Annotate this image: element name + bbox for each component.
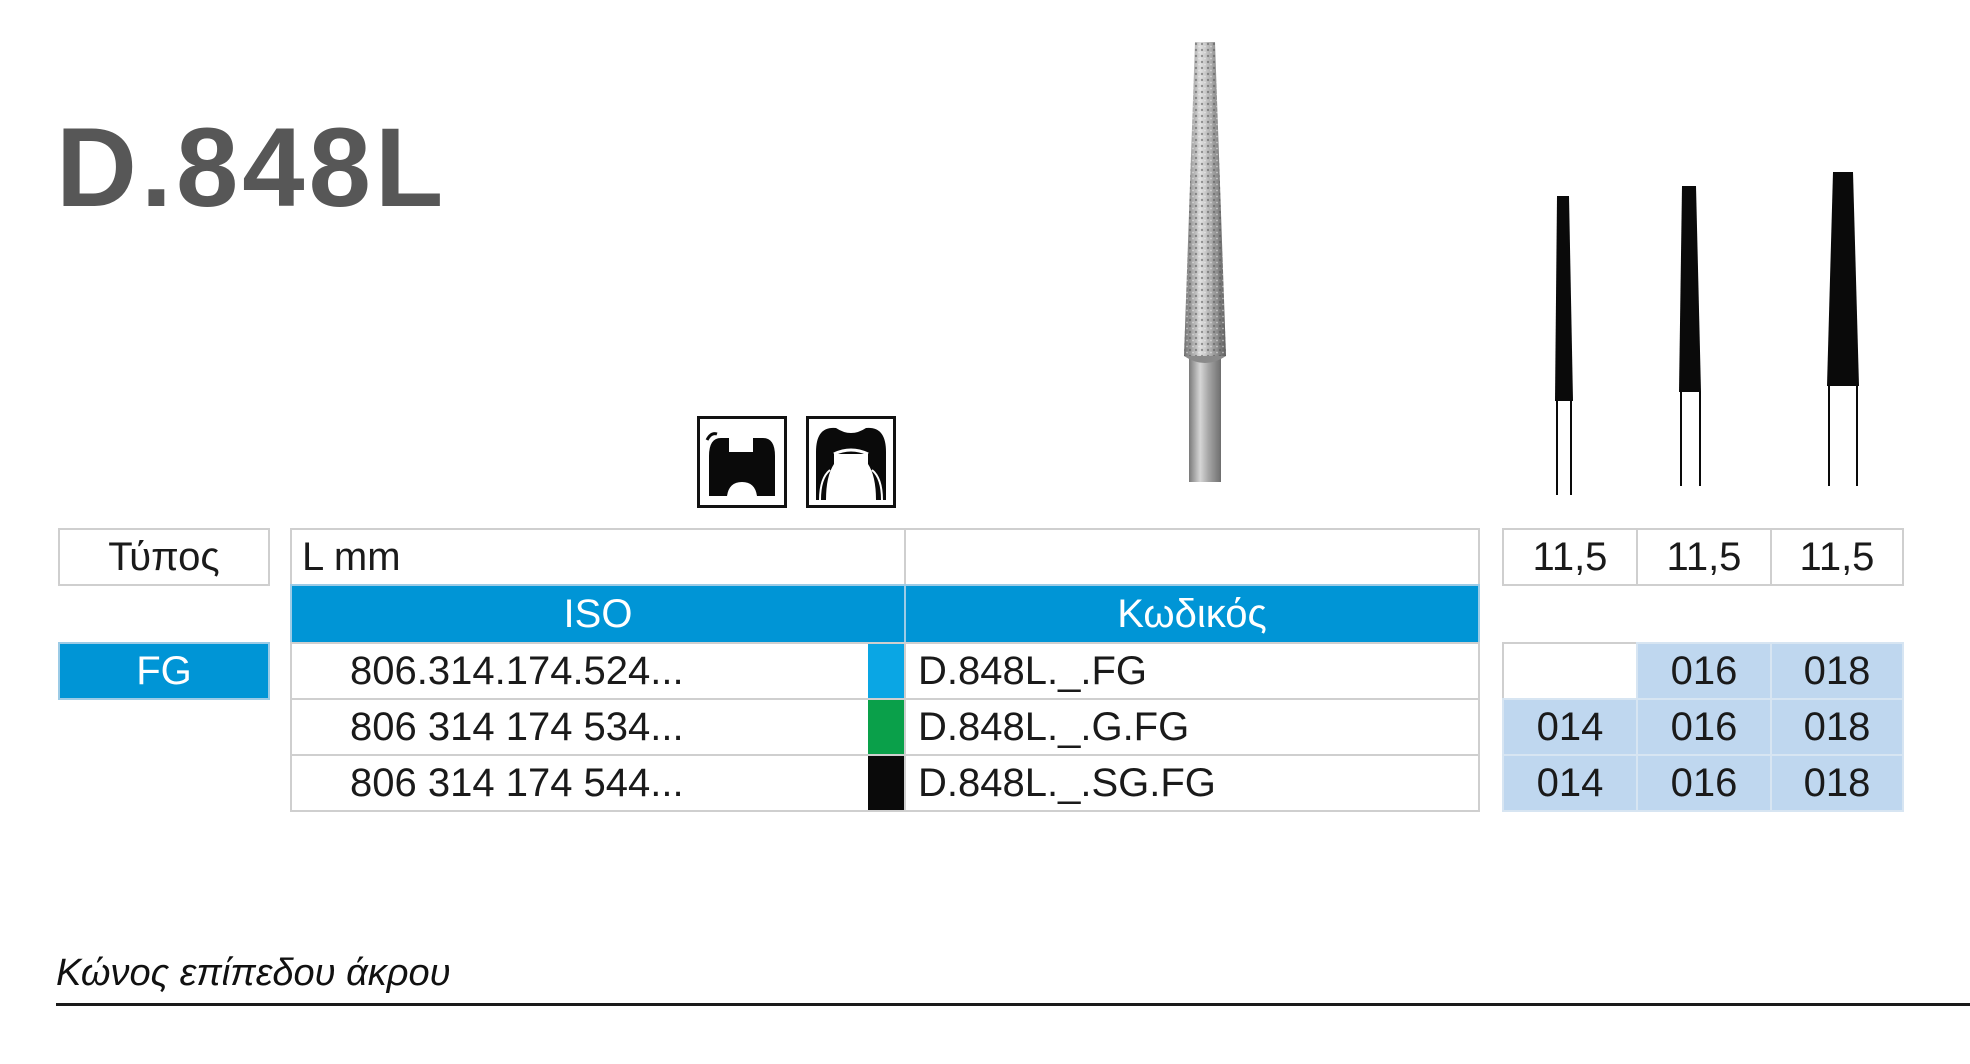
size-value: 018 bbox=[1803, 761, 1871, 805]
iso-label: ISO bbox=[563, 592, 633, 636]
size-018-silhouette bbox=[1827, 172, 1859, 486]
code-label: Κωδικός bbox=[1117, 592, 1267, 636]
grit-color-swatch-coarse bbox=[868, 700, 904, 754]
length-value: 11,5 bbox=[1666, 535, 1742, 579]
size-cell: 016 bbox=[1636, 754, 1772, 812]
size-cell: 018 bbox=[1770, 754, 1904, 812]
product-code: D.848L._.FG bbox=[918, 649, 1148, 693]
length-value: 11,5 bbox=[1532, 535, 1608, 579]
cavity-preparation-icon bbox=[697, 416, 787, 508]
table-row-iso: 806 314 174 534... bbox=[290, 698, 906, 756]
type-label: Τύπος bbox=[108, 535, 220, 579]
size-value: 014 bbox=[1536, 761, 1604, 805]
grit-color-swatch-super-coarse bbox=[868, 756, 904, 810]
product-code: D.848L._.G.FG bbox=[918, 705, 1190, 749]
table-row-code: D.848L._.SG.FG bbox=[904, 754, 1480, 812]
size-value: 018 bbox=[1803, 649, 1871, 693]
table-row-code: D.848L._.FG bbox=[904, 642, 1480, 700]
lmm-label: L mm bbox=[302, 535, 401, 579]
crown-preparation-icon bbox=[806, 416, 896, 508]
size-cell-empty bbox=[1502, 642, 1638, 700]
iso-header-cell: ISO bbox=[290, 584, 906, 644]
size-value: 018 bbox=[1803, 705, 1871, 749]
shape-caption: Κώνος επίπεδου άκρου bbox=[56, 952, 451, 994]
size-cell: 018 bbox=[1770, 698, 1904, 756]
size-value: 016 bbox=[1670, 649, 1738, 693]
size-016-silhouette bbox=[1679, 186, 1701, 486]
code-header-cell: Κωδικός bbox=[904, 584, 1480, 644]
diamond-bur-image bbox=[1184, 42, 1226, 482]
size-cell: 016 bbox=[1636, 698, 1772, 756]
iso-number: 806 314 174 544... bbox=[350, 761, 684, 805]
size-cell: 014 bbox=[1502, 698, 1638, 756]
length-cell: 11,5 bbox=[1636, 528, 1772, 586]
table-row-code: D.848L._.G.FG bbox=[904, 698, 1480, 756]
iso-number: 806 314 174 534... bbox=[350, 705, 684, 749]
lmm-header-cell: L mm bbox=[290, 528, 906, 586]
empty-header-cell bbox=[904, 528, 1480, 586]
table-row-iso: 806.314.174.524... bbox=[290, 642, 906, 700]
divider-rule bbox=[56, 1003, 1970, 1006]
size-value: 014 bbox=[1536, 705, 1604, 749]
size-cell: 014 bbox=[1502, 754, 1638, 812]
size-014-silhouette bbox=[1555, 196, 1573, 495]
size-value: 016 bbox=[1670, 705, 1738, 749]
fg-type-cell: FG bbox=[58, 642, 270, 700]
length-value: 11,5 bbox=[1799, 535, 1875, 579]
table-row-iso: 806 314 174 544... bbox=[290, 754, 906, 812]
type-label-cell: Τύπος bbox=[58, 528, 270, 586]
grit-color-swatch-medium bbox=[868, 644, 904, 698]
length-cell: 11,5 bbox=[1770, 528, 1904, 586]
iso-number: 806.314.174.524... bbox=[350, 649, 684, 693]
product-code: D.848L._.SG.FG bbox=[918, 761, 1216, 805]
size-cell: 018 bbox=[1770, 642, 1904, 700]
size-value: 016 bbox=[1670, 761, 1738, 805]
product-title: D.848L bbox=[56, 105, 448, 230]
length-cell: 11,5 bbox=[1502, 528, 1638, 586]
fg-label: FG bbox=[136, 649, 192, 693]
size-cell: 016 bbox=[1636, 642, 1772, 700]
